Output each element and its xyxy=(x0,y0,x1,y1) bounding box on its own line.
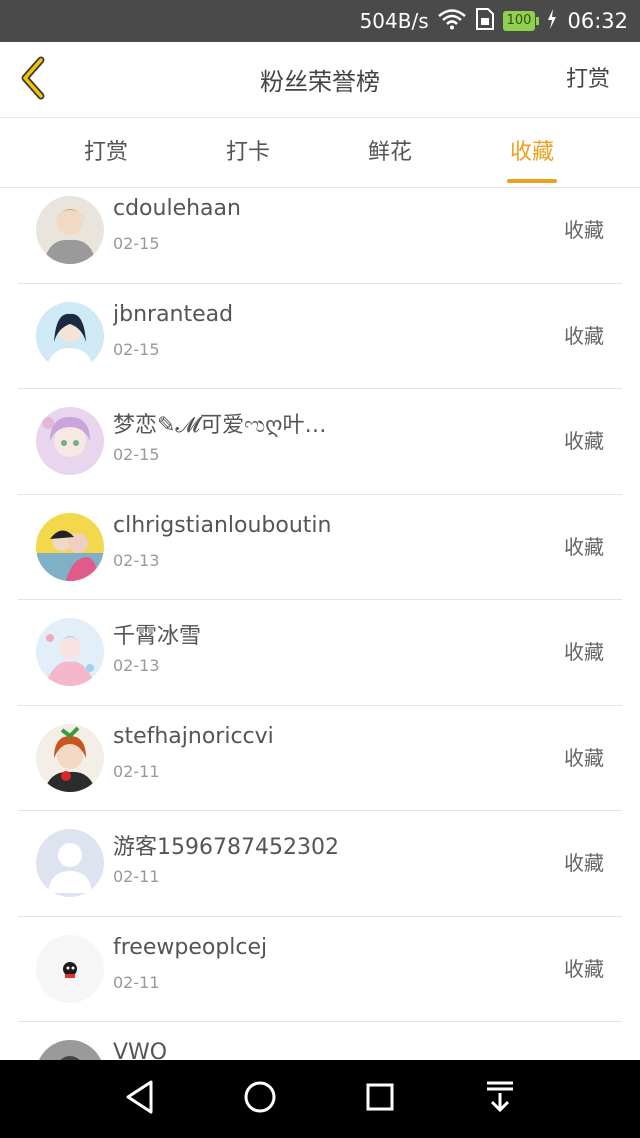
back-button[interactable] xyxy=(14,56,54,104)
tab-favorites[interactable]: 收藏 xyxy=(461,118,603,187)
nav-recents-button[interactable] xyxy=(352,1071,408,1127)
list-item[interactable]: jbnrantead 02-15 收藏 xyxy=(18,284,622,389)
nav-home-button[interactable] xyxy=(232,1071,288,1127)
list-item[interactable]: VWO xyxy=(18,1022,622,1060)
date: 02-13 xyxy=(113,656,160,675)
system-nav-bar xyxy=(0,1060,640,1138)
date: 02-11 xyxy=(113,972,160,992)
date: 02-15 xyxy=(113,445,160,464)
action-label: 收藏 xyxy=(564,640,604,664)
tab-flowers[interactable]: 鲜花 xyxy=(319,118,461,187)
user-name: 千霄冰雪 xyxy=(113,624,202,649)
battery-icon: 100 xyxy=(502,11,540,31)
user-name: 游客1596787452302 xyxy=(113,835,339,860)
user-name: stefhajnoriccvi xyxy=(113,723,274,749)
tab-checkin[interactable]: 打卡 xyxy=(177,118,319,187)
avatar xyxy=(36,301,104,370)
avatar xyxy=(36,618,104,686)
avatar xyxy=(36,512,104,581)
chevron-left-icon xyxy=(17,56,51,104)
circle-home-icon xyxy=(242,1079,278,1119)
fans-list[interactable]: cdoulehaan 02-15 收藏 jbnrantead 02-15 收藏 … xyxy=(0,188,640,1060)
date: 02-15 xyxy=(113,234,160,253)
clock: 06:32 xyxy=(567,9,628,33)
avatar xyxy=(36,934,104,1003)
list-item[interactable]: 千霄冰雪 02-13 收藏 xyxy=(18,600,622,706)
tab-tip[interactable]: 打赏 xyxy=(35,118,177,187)
date: 02-15 xyxy=(113,339,160,359)
nav-back-button[interactable] xyxy=(112,1071,168,1127)
user-name: freewpeoplcej xyxy=(113,934,268,960)
action-label: 收藏 xyxy=(564,429,604,453)
battery-level: 100 xyxy=(506,13,532,28)
action-label: 收藏 xyxy=(564,323,604,348)
status-bar: 504B/s 100 06:32 xyxy=(0,0,640,42)
tab-bar: 打赏 打卡 鲜花 收藏 xyxy=(0,118,640,188)
avatar xyxy=(36,723,104,792)
date: 02-11 xyxy=(113,761,160,781)
user-name: jbnrantead xyxy=(113,301,234,327)
list-item[interactable]: stefhajnoriccvi 02-11 收藏 xyxy=(18,706,622,811)
nav-notifications-button[interactable] xyxy=(472,1071,528,1127)
charging-icon xyxy=(547,8,557,34)
square-recents-icon xyxy=(364,1081,396,1117)
tip-button[interactable]: 打赏 xyxy=(566,42,610,118)
sim-card-icon xyxy=(475,7,495,35)
avatar xyxy=(36,829,104,897)
action-label: 收藏 xyxy=(564,851,604,875)
avatar xyxy=(36,196,104,264)
date: 02-13 xyxy=(113,550,160,570)
network-speed: 504B/s xyxy=(359,9,429,33)
user-name: cdoulehaan xyxy=(113,196,241,221)
avatar xyxy=(36,407,104,475)
user-name: VWO xyxy=(113,1040,168,1060)
list-item[interactable]: 梦恋✎𝓜可爱ಌღ叶… 02-15 收藏 xyxy=(18,389,622,495)
user-name: clhrigstianlouboutin xyxy=(113,512,332,538)
date: 02-11 xyxy=(113,867,160,886)
list-item[interactable]: 游客1596787452302 02-11 收藏 xyxy=(18,811,622,917)
list-item[interactable]: cdoulehaan 02-15 收藏 xyxy=(18,188,622,284)
list-item[interactable]: clhrigstianlouboutin 02-13 收藏 xyxy=(18,495,622,600)
wifi-icon xyxy=(437,8,467,35)
triangle-back-icon xyxy=(123,1079,157,1119)
pull-down-icon xyxy=(483,1079,517,1119)
action-label: 收藏 xyxy=(564,745,604,770)
list-item[interactable]: freewpeoplcej 02-11 收藏 xyxy=(18,917,622,1022)
action-label: 收藏 xyxy=(564,534,604,559)
avatar xyxy=(36,1040,104,1060)
action-label: 收藏 xyxy=(564,956,604,981)
user-name: 梦恋✎𝓜可爱ಌღ叶… xyxy=(113,413,327,438)
app-header: 粉丝荣誉榜 打赏 xyxy=(0,42,640,118)
action-label: 收藏 xyxy=(564,218,604,242)
page-title: 粉丝荣誉榜 xyxy=(260,68,380,96)
